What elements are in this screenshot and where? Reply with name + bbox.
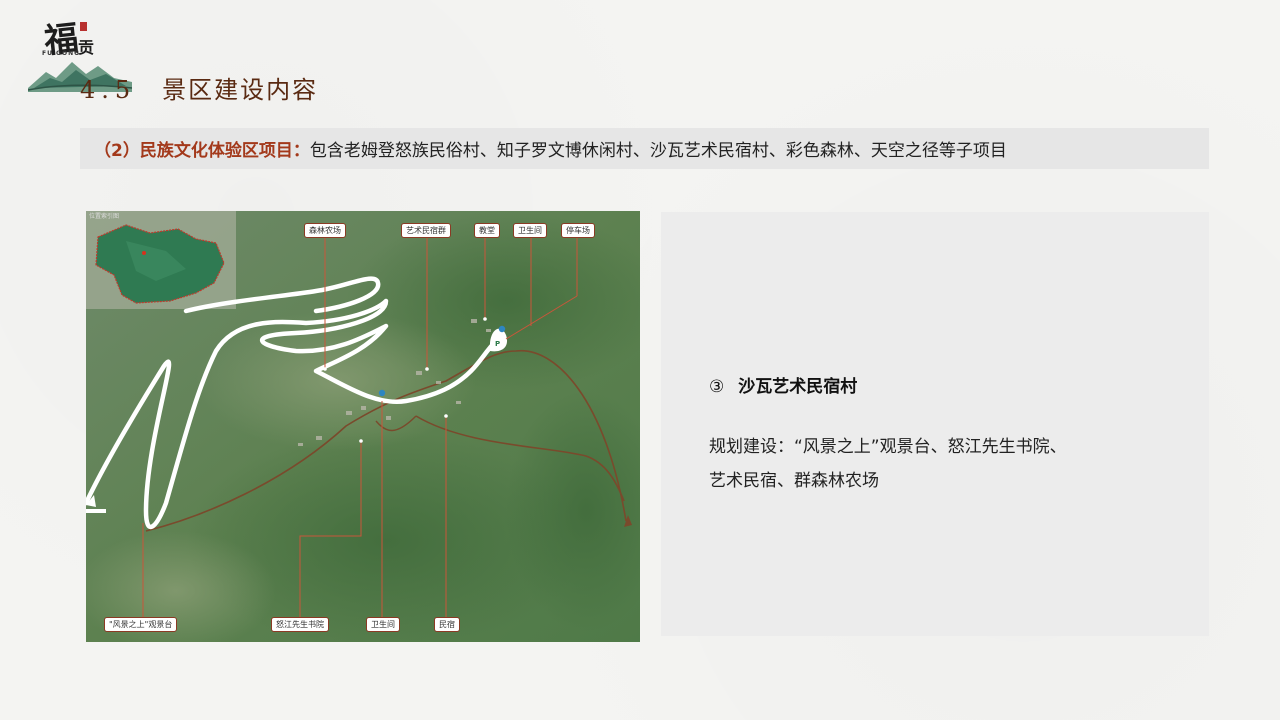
label-forest-farm: 森林农场 [304, 223, 346, 238]
label-toilet-bottom: 卫生间 [366, 617, 400, 632]
label-homestay: 民宿 [434, 617, 460, 632]
logo-character-gong: 贡 [78, 38, 95, 57]
panel-heading: ③ 沙瓦艺术民宿村 [709, 372, 857, 397]
banner-text: 包含老姆登怒族民俗村、知子罗文博休闲村、沙瓦艺术民宿村、彩色森林、天空之径等子项… [309, 141, 1007, 161]
logo-seal-icon [80, 22, 87, 31]
panel-body-line-1: 规划建设：“风景之上”观景台、怒江先生书院、 [709, 437, 1067, 457]
inset-map-title: 位置索引图 [89, 213, 120, 220]
description-panel: ③ 沙瓦艺术民宿村 规划建设：“风景之上”观景台、怒江先生书院、 艺术民宿、群森林… [661, 212, 1209, 636]
label-nujiang-academy: 怒江先生书院 [271, 617, 329, 632]
section-title-text: 景区建设内容 [162, 76, 319, 104]
banner-label: （2）民族文化体验区项目： [94, 141, 310, 161]
project-banner: （2）民族文化体验区项目： 包含老姆登怒族民俗村、知子罗文博休闲村、沙瓦艺术民宿村… [80, 128, 1209, 169]
panel-item-number: ③ [709, 377, 725, 397]
label-viewpoint: "风景之上"观景台 [104, 617, 178, 632]
label-church: 教堂 [474, 223, 500, 238]
panel-body-line-2: 艺术民宿、群森林农场 [709, 471, 879, 491]
label-parking: 停车场 [561, 223, 595, 238]
svg-text:P: P [495, 340, 500, 348]
map-graphic: P [86, 211, 640, 642]
label-art-homestay: 艺术民宿群 [401, 223, 451, 238]
section-title: 4.5 景区建设内容 [80, 70, 318, 105]
panel-body: 规划建设：“风景之上”观景台、怒江先生书院、 艺术民宿、群森林农场 [709, 430, 1179, 498]
label-toilet-top: 卫生间 [513, 223, 547, 238]
panel-heading-text: 沙瓦艺术民宿村 [738, 377, 858, 397]
logo-subtitle: FU GONG [42, 50, 81, 57]
section-number: 4.5 [80, 76, 137, 104]
satellite-map: P 位置索引图 森林农场 艺术民宿群 教堂 卫生间 停车场 "风景之上"观景台 … [86, 211, 640, 642]
